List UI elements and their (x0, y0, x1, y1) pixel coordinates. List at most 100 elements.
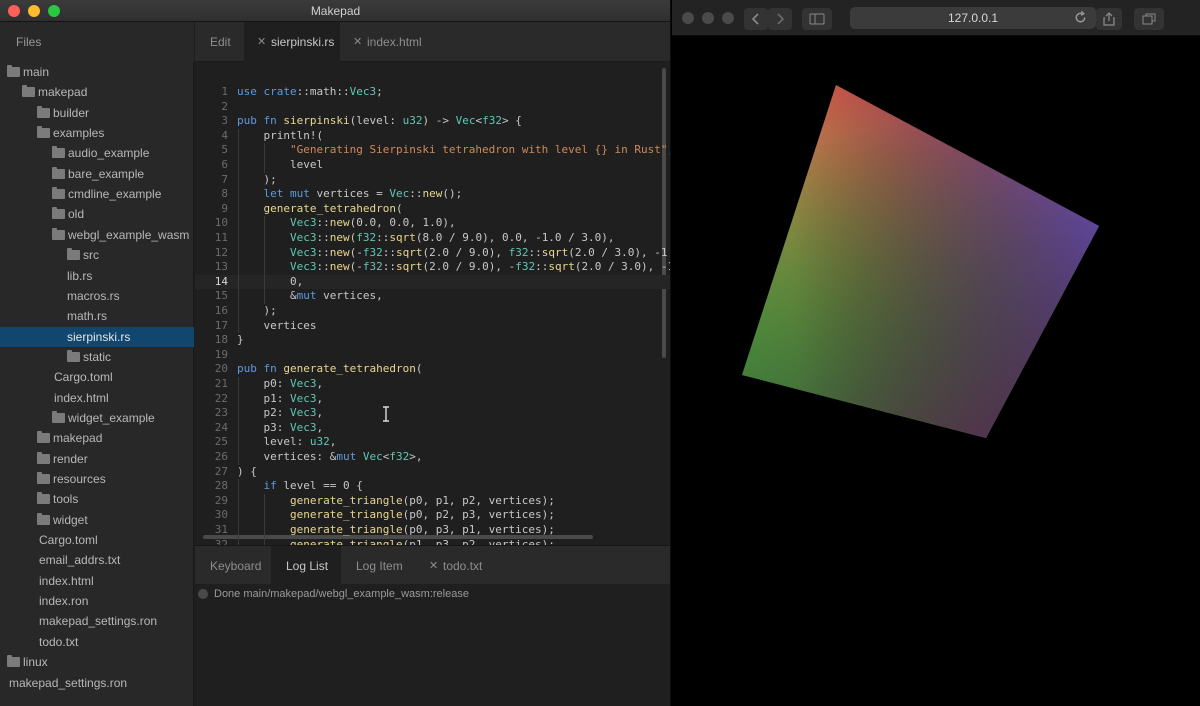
tree-folder-item[interactable]: examples (0, 123, 194, 143)
bottom-tab-label: Log List (286, 559, 329, 573)
code-line[interactable]: 13 Vec3::new(-f32::sqrt(2.0 / 9.0), -f32… (195, 260, 670, 275)
code-line[interactable]: 26 vertices: &mut Vec<f32>, (195, 450, 670, 465)
code-line[interactable]: 24 p3: Vec3, (195, 420, 670, 436)
tree-file-item[interactable]: index.html (0, 388, 194, 408)
code-line[interactable]: 32 generate_triangle(p1, p3, p2, vertice… (195, 537, 670, 545)
back-button[interactable] (744, 8, 768, 30)
bottom-tab[interactable]: Log List (271, 546, 341, 586)
code-editor[interactable]: 1 use crate::math::Vec3; 2 3 pub fn sierpins… (195, 62, 670, 545)
tree-file-item[interactable]: email_addrs.txt (0, 550, 194, 570)
code-line[interactable]: 2 (195, 100, 670, 115)
sidebar-toggle-button[interactable] (802, 8, 832, 30)
code-line[interactable]: 14 0, (195, 274, 670, 290)
webgl-canvas[interactable] (672, 36, 1200, 706)
tree-folder-item[interactable]: bare_example (0, 164, 194, 184)
tree-file-item[interactable]: math.rs (0, 306, 194, 326)
tree-folder-item[interactable]: webgl_example_wasm (0, 225, 194, 245)
code-line[interactable]: 7 ); (195, 172, 670, 188)
bottom-tab[interactable]: Keyboard (195, 546, 271, 586)
files-tab[interactable]: Files (0, 22, 194, 62)
tree-file-item[interactable]: makepad_settings.ron (0, 673, 194, 693)
tree-folder-item[interactable]: resources (0, 469, 194, 489)
reload-icon[interactable] (1073, 10, 1088, 25)
code-line[interactable]: 21 p0: Vec3, (195, 377, 670, 392)
tree-file-item[interactable]: index.ron (0, 591, 194, 611)
code-line[interactable]: 25 level: u32, (195, 435, 670, 450)
tree-folder-item[interactable]: widget (0, 510, 194, 530)
tab-close-icon[interactable]: ✕ (353, 35, 362, 48)
tabs-overview-button[interactable] (1134, 8, 1164, 30)
editor-tab-label: Edit (210, 35, 231, 49)
log-entry[interactable]: Done main/makepad/webgl_example_wasm:rel… (195, 584, 670, 604)
code-line[interactable]: 22 p1: Vec3, (195, 391, 670, 407)
code-line[interactable]: 1 use crate::math::Vec3; (195, 85, 670, 100)
tree-folder-item[interactable]: builder (0, 103, 194, 123)
tree-folder-item[interactable]: linux (0, 652, 194, 672)
indent-guide (238, 172, 239, 188)
bottom-tab-label: Log Item (356, 559, 403, 573)
editor-tab[interactable]: ✕ sierpinski.rs (244, 22, 340, 62)
tree-folder-item[interactable]: makepad (0, 82, 194, 102)
code-text: generate_tetrahedron( (263, 201, 403, 215)
code-line[interactable]: 8 let mut vertices = Vec::new(); (195, 187, 670, 202)
bottom-tab[interactable]: ✕ todo.txt (416, 546, 494, 586)
code-line[interactable]: 30 generate_triangle(p0, p2, p3, vertice… (195, 508, 670, 523)
code-line[interactable]: 9 generate_tetrahedron( (195, 201, 670, 217)
editor-tab[interactable]: Edit (195, 22, 244, 62)
code-line[interactable]: 11 Vec3::new(f32::sqrt(8.0 / 9.0), 0.0, … (195, 231, 670, 246)
tree-folder-item[interactable]: cmdline_example (0, 184, 194, 204)
tab-close-icon[interactable]: ✕ (429, 559, 438, 572)
code-line[interactable]: 20 pub fn generate_tetrahedron( (195, 362, 670, 377)
tree-folder-item[interactable]: src (0, 245, 194, 265)
tree-folder-item[interactable]: main (0, 62, 194, 82)
tree-file-item[interactable]: sierpinski.rs (0, 326, 194, 347)
share-button[interactable] (1096, 8, 1122, 30)
tree-folder-item[interactable]: widget_example (0, 408, 194, 428)
code-line[interactable]: 16 ); (195, 304, 670, 319)
bottom-tab[interactable]: Log Item (341, 546, 416, 586)
code-line[interactable]: 29 generate_triangle(p0, p1, p2, vertice… (195, 493, 670, 509)
browser-maximize-button[interactable] (722, 12, 734, 24)
forward-button[interactable] (768, 8, 792, 30)
tree-folder-item[interactable]: static (0, 347, 194, 367)
browser-minimize-button[interactable] (702, 12, 714, 24)
code-line[interactable]: 12 Vec3::new(-f32::sqrt(2.0 / 9.0), f32:… (195, 245, 670, 261)
editor-tab[interactable]: ✕ index.html (340, 22, 432, 62)
tree-item-label: math.rs (67, 309, 108, 324)
tree-file-item[interactable]: makepad_settings.ron (0, 611, 194, 631)
tree-file-item[interactable]: todo.txt (0, 632, 194, 652)
code-line[interactable]: 31 generate_triangle(p0, p3, p1, vertice… (195, 523, 670, 538)
code-text: generate_triangle(p0, p1, p2, vertices); (289, 493, 555, 507)
window-title: Makepad (310, 4, 361, 18)
code-line[interactable]: 18} (195, 333, 670, 348)
tree-folder-item[interactable]: render (0, 449, 194, 469)
code-line[interactable]: 27) { (195, 465, 670, 480)
tree-file-item[interactable]: index.html (0, 571, 194, 591)
indent-guide (264, 493, 266, 509)
tree-folder-item[interactable]: tools (0, 489, 194, 509)
line-number: 30 (214, 508, 228, 522)
tree-item-label: bare_example (68, 166, 145, 181)
code-line[interactable]: 17 vertices (195, 318, 670, 334)
browser-close-button[interactable] (682, 12, 694, 24)
tree-file-item[interactable]: lib.rs (0, 266, 194, 286)
code-line[interactable]: 5 "Generating Sierpinski tetrahedron wit… (195, 143, 670, 158)
code-line[interactable]: 6 level (195, 158, 670, 173)
code-line[interactable]: 28 if level == 0 { (195, 479, 670, 494)
code-text: p1: Vec3, (237, 391, 324, 405)
tab-close-icon[interactable]: ✕ (257, 35, 266, 48)
tree-folder-item[interactable]: audio_example (0, 143, 194, 163)
tree-file-item[interactable]: Cargo.toml (0, 367, 194, 387)
code-line[interactable]: 23 p2: Vec3, (195, 406, 670, 421)
code-line[interactable]: 4 println!( (195, 128, 670, 144)
code-line[interactable]: 19 (195, 348, 670, 363)
code-line[interactable]: 3 pub fn sierpinski(level: u32) -> Vec<f3… (195, 114, 670, 129)
tree-folder-item[interactable]: makepad (0, 428, 194, 448)
code-line[interactable]: 15 &mut vertices, (195, 289, 670, 304)
tree-folder-item[interactable]: old (0, 204, 194, 224)
tree-file-item[interactable]: macros.rs (0, 286, 194, 306)
tree-file-item[interactable]: Cargo.toml (0, 530, 194, 550)
code-line[interactable]: 10 Vec3::new(0.0, 0.0, 1.0), (195, 216, 670, 231)
address-bar[interactable]: 127.0.0.1 (850, 7, 1096, 29)
folder-icon (37, 492, 50, 505)
